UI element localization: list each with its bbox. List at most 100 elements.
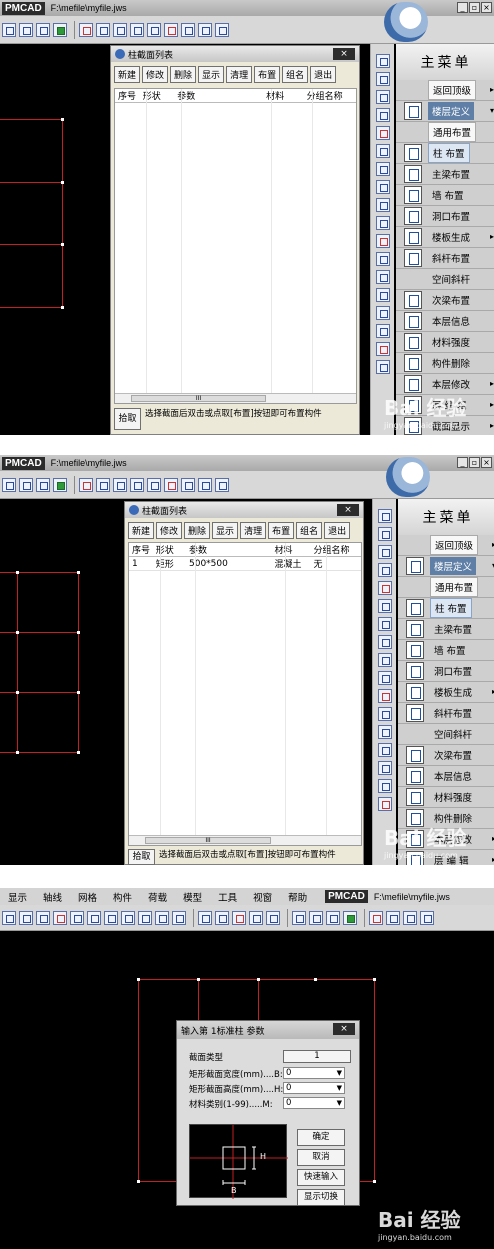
copy-tool-icon[interactable] xyxy=(96,477,110,492)
render-icon[interactable] xyxy=(343,910,357,925)
select-icon[interactable] xyxy=(2,910,16,925)
edit-tool-icon[interactable] xyxy=(403,910,417,925)
menu-item[interactable]: 斜杆布置 xyxy=(398,703,494,724)
strip-tool-icon[interactable] xyxy=(375,342,390,356)
horizontal-scrollbar[interactable]: III xyxy=(115,393,356,403)
pan-icon[interactable] xyxy=(326,910,340,925)
strip-tool-icon[interactable] xyxy=(375,270,390,284)
menu-window[interactable]: 视窗 xyxy=(253,890,272,904)
zoom-icon[interactable] xyxy=(19,22,33,37)
chevron-right-icon[interactable]: ▸ xyxy=(490,400,494,409)
strip-tool-icon[interactable] xyxy=(375,216,390,230)
clean-button[interactable]: 清理 xyxy=(240,522,267,539)
layer-tool-icon[interactable] xyxy=(198,22,212,37)
mirror-tool-icon[interactable] xyxy=(138,910,152,925)
exit-button[interactable]: 退出 xyxy=(310,66,337,83)
strip-tool-icon[interactable] xyxy=(377,653,392,667)
menu-item[interactable]: 斜杆布置 xyxy=(396,248,494,269)
chevron-right-icon[interactable]: ▸ xyxy=(490,421,494,430)
render-icon[interactable] xyxy=(53,477,67,492)
strip-tool-icon[interactable] xyxy=(375,54,390,68)
place-button[interactable]: 布置 xyxy=(254,66,281,83)
new-button[interactable]: 新建 xyxy=(114,66,141,83)
delete-tool-icon[interactable] xyxy=(53,910,67,925)
strip-tool-icon[interactable] xyxy=(375,126,390,140)
strip-tool-icon[interactable] xyxy=(375,90,390,104)
menu-item[interactable]: 墙 布置 xyxy=(398,640,494,661)
mirror-tool-icon[interactable] xyxy=(164,477,178,492)
minimize-icon[interactable]: _ xyxy=(457,2,468,13)
pick-button[interactable]: 拾取 xyxy=(114,408,141,430)
strip-tool-icon[interactable] xyxy=(377,617,392,631)
menu-item[interactable]: 返回顶级 ▸ xyxy=(398,535,494,556)
menu-member[interactable]: 构件 xyxy=(113,890,132,904)
close-window-icon[interactable]: × xyxy=(481,2,492,13)
query-tool-icon[interactable] xyxy=(130,477,144,492)
delete-tool-icon[interactable] xyxy=(79,22,93,37)
strip-tool-icon[interactable] xyxy=(377,725,392,739)
delete-button[interactable]: 删除 xyxy=(184,522,211,539)
print-tool-icon[interactable] xyxy=(215,477,229,492)
strip-tool-icon[interactable] xyxy=(375,234,390,248)
measure-tool-icon[interactable] xyxy=(172,910,186,925)
height-field[interactable]: 0 ▼ xyxy=(283,1082,345,1094)
restore-icon[interactable]: ▫ xyxy=(469,457,480,468)
menu-item[interactable]: 空间斜杆 xyxy=(396,269,494,290)
cancel-button[interactable]: 取消 xyxy=(297,1149,345,1166)
array-tool-icon[interactable] xyxy=(181,22,195,37)
menu-item[interactable]: 材料强度 xyxy=(396,332,494,353)
edit-tool-icon[interactable] xyxy=(147,477,161,492)
cad-canvas[interactable] xyxy=(0,499,122,865)
horizontal-scrollbar[interactable]: III xyxy=(129,835,361,845)
move-tool-icon[interactable] xyxy=(113,22,127,37)
strip-tool-icon[interactable] xyxy=(375,108,390,122)
copy-tool-icon[interactable] xyxy=(70,910,84,925)
pick-button[interactable]: 拾取 xyxy=(128,849,155,865)
pan-icon[interactable] xyxy=(36,477,50,492)
menu-item[interactable]: 空间斜杆 xyxy=(398,724,494,745)
query-tool-icon[interactable] xyxy=(386,910,400,925)
width-field[interactable]: 0 ▼ xyxy=(283,1067,345,1079)
strip-tool-icon[interactable] xyxy=(377,761,392,775)
restore-icon[interactable]: ▫ xyxy=(469,2,480,13)
delete-tool-icon[interactable] xyxy=(369,910,383,925)
menu-item[interactable]: 洞口布置 xyxy=(398,661,494,682)
query-tool-icon[interactable] xyxy=(130,22,144,37)
strip-tool-icon[interactable] xyxy=(375,360,390,374)
strip-tool-icon[interactable] xyxy=(375,144,390,158)
strip-tool-icon[interactable] xyxy=(375,198,390,212)
place-button[interactable]: 布置 xyxy=(268,522,295,539)
menu-load[interactable]: 荷载 xyxy=(148,890,167,904)
show-button[interactable]: 显示 xyxy=(212,522,239,539)
array-tool-icon[interactable] xyxy=(420,910,434,925)
rotate-tool-icon[interactable] xyxy=(121,910,135,925)
strip-tool-icon[interactable] xyxy=(375,72,390,86)
menu-item[interactable]: 材料强度 xyxy=(398,787,494,808)
menu-axis[interactable]: 轴线 xyxy=(43,890,62,904)
menu-grid[interactable]: 网格 xyxy=(78,890,97,904)
menu-item[interactable]: 洞口布置 xyxy=(396,206,494,227)
axis-tool-icon[interactable] xyxy=(249,910,263,925)
menu-display[interactable]: 显示 xyxy=(8,890,27,904)
chevron-right-icon[interactable]: ▸ xyxy=(490,85,494,94)
menu-item[interactable]: 本层信息 xyxy=(396,311,494,332)
delete-tool-icon[interactable] xyxy=(79,477,93,492)
group-name-button[interactable]: 组名 xyxy=(282,66,309,83)
menu-item[interactable]: 柱 布置 xyxy=(396,143,494,164)
pan-tool-icon[interactable] xyxy=(104,910,118,925)
scroll-thumb[interactable]: III xyxy=(131,395,266,402)
group-name-button[interactable]: 组名 xyxy=(296,522,323,539)
material-field[interactable]: 0 ▼ xyxy=(283,1097,345,1109)
ok-button[interactable]: 确定 xyxy=(297,1129,345,1146)
close-window-icon[interactable]: × xyxy=(481,457,492,468)
quick-input-button[interactable]: 快速输入 xyxy=(297,1169,345,1186)
move-tool-icon[interactable] xyxy=(113,477,127,492)
view-icon[interactable] xyxy=(2,477,16,492)
menu-item[interactable]: 柱 布置 xyxy=(398,598,494,619)
close-icon[interactable]: × xyxy=(337,504,359,516)
menu-item[interactable]: 主梁布置 xyxy=(398,619,494,640)
display-switch-button[interactable]: 显示切换 xyxy=(297,1189,345,1206)
menu-item[interactable]: 返回顶级 ▸ xyxy=(396,80,494,101)
menu-help[interactable]: 帮助 xyxy=(288,890,307,904)
strip-tool-icon[interactable] xyxy=(377,779,392,793)
